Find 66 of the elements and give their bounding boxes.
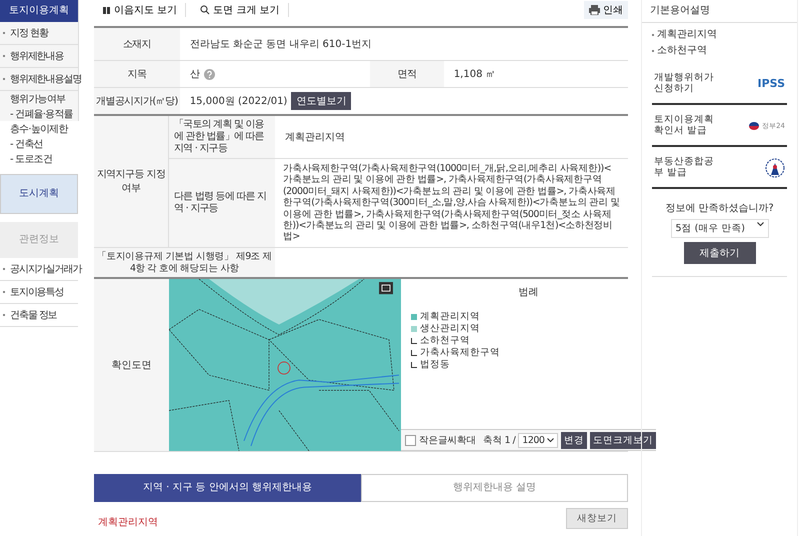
sidebar-subitem[interactable]: - 도로조건	[0, 151, 78, 166]
tab[interactable]: 행위제한내용 설명	[361, 474, 628, 502]
zone-law-label: 다른 법령 등에 따른 지역 · 지구등	[168, 158, 275, 248]
sidebar-title[interactable]: 토지이용계획	[0, 0, 78, 22]
area-value: 1,108 ㎡	[444, 60, 628, 88]
legend-label: 소하천구역	[420, 335, 470, 348]
service-label: 부동산종합공부 발급	[654, 156, 715, 179]
legend-label: 가축사육제한구역	[420, 347, 500, 360]
legend-label: 법정동	[420, 359, 450, 372]
change-button[interactable]: 변경	[561, 432, 587, 449]
chevron-down-icon	[756, 222, 764, 227]
panel-title: 기본용어설명	[642, 0, 797, 23]
taegeuk-icon	[748, 120, 760, 131]
legend-swatch	[411, 350, 417, 356]
print-button[interactable]: 인쇄	[584, 1, 628, 19]
tab[interactable]: 지역 · 지구 등 안에서의 행위제한내용	[94, 474, 361, 502]
decree-label: 「토지이용규제 기본법 시행령」 제9조 제4항 각 호에 해당되는 사항	[94, 247, 275, 278]
row-label: 지역지구등 지정여부	[94, 116, 168, 248]
legend-label: 생산관리지역	[420, 323, 480, 336]
sidebar-item[interactable]: 행위제한내용	[0, 45, 78, 68]
service-link[interactable]: 부동산종합공부 발급	[652, 148, 787, 189]
zone-value: 계획관리지역	[275, 116, 628, 158]
row-label: 지목	[94, 60, 180, 88]
term-link[interactable]: 계획관리지역	[657, 27, 717, 43]
service-label: 토지이용계획 확인서 발급	[654, 114, 715, 137]
zone-value: 가축사육제한구역(가축사육제한구역(1000미터_개,닭,오리,메추리 사육제한))<가축분뇨의 관리 및 이용에 관한 법률>, 가축사육제한구역(가축사육제한구역(2000미터_돼지 사육제한))<가축분뇨의 관리 및 이용에 관한 법률>, 가축사육제한구역(가축사육제한구역(300미터_소,말,양,사슴 사육제한))<가축분뇨의 관리 및 이용에 관한 법률>, 가축사육제한구역(가축사육제한구역(500미터_젖소 사육제한))<가축분뇨의 관리 및 이용에 관한 법률>, 소하천구역(내우1천)<소하천정비법>	[275, 158, 628, 248]
emblem-icon	[765, 156, 785, 179]
chevron-down-icon	[547, 438, 554, 443]
sidebar-item[interactable]: 토지이용특성	[0, 281, 78, 304]
row-label: 개별공시지가(㎡당)	[94, 88, 180, 115]
legend-label: 계획관리지역	[420, 311, 480, 324]
checkbox[interactable]	[405, 434, 416, 446]
sidebar-subitem[interactable]: 층수·높이제한	[0, 121, 78, 136]
land-category-value: 산	[190, 69, 200, 80]
term-link[interactable]: 소하천구역	[657, 43, 707, 59]
service-link[interactable]: 개발행위허가 신청하기 IPSS	[652, 65, 787, 105]
search-icon	[200, 5, 210, 15]
sidebar-item[interactable]: 건축물 정보	[0, 304, 78, 327]
new-window-button[interactable]: 새창보기	[566, 508, 628, 530]
sidebar-subitem[interactable]: - 건축선	[0, 136, 78, 151]
rating-select[interactable]: 5점 (매우 만족)	[670, 218, 768, 238]
scale-select[interactable]: 1200	[518, 432, 558, 448]
legend-swatch	[411, 362, 417, 368]
address-value: 전라남도 화순군 동면 내우리 610-1번지	[180, 27, 628, 60]
checkbox-label: 작은글씨확대	[419, 434, 476, 447]
row-label: 면적	[370, 60, 444, 88]
sidebar-subitem[interactable]: 행위가능여부	[0, 91, 78, 106]
book-icon	[102, 6, 111, 14]
submit-button[interactable]: 제출하기	[684, 242, 756, 264]
sidebar-section[interactable]: 도시계획	[0, 174, 78, 214]
service-label: 개발행위허가 신청하기	[654, 73, 715, 95]
legend-title: 범례	[518, 286, 540, 300]
row-label: 확인도면	[94, 279, 169, 452]
yearly-view-button[interactable]: 연도별보기	[291, 92, 352, 110]
price-value: 15,000원 (2022/01)	[190, 96, 288, 107]
legend-swatch	[411, 338, 417, 344]
sidebar-item[interactable]: 지정 현황	[0, 22, 78, 45]
survey-question: 정보에 만족하셨습니까?	[665, 202, 774, 215]
help-icon[interactable]	[204, 68, 215, 80]
printer-icon	[589, 5, 600, 15]
sidebar-subitem[interactable]: - 건폐율·용적률	[0, 106, 78, 121]
restriction-title: 계획관리지역	[98, 516, 158, 530]
zone-law-label: 「국토의 계획 및 이용에 관한 법률」에 따른 지역 · 지구등	[168, 116, 275, 158]
service-logo: IPSS	[757, 77, 785, 90]
scale-label: 축척 1 /	[483, 434, 516, 447]
row-label: 소재지	[94, 27, 180, 60]
